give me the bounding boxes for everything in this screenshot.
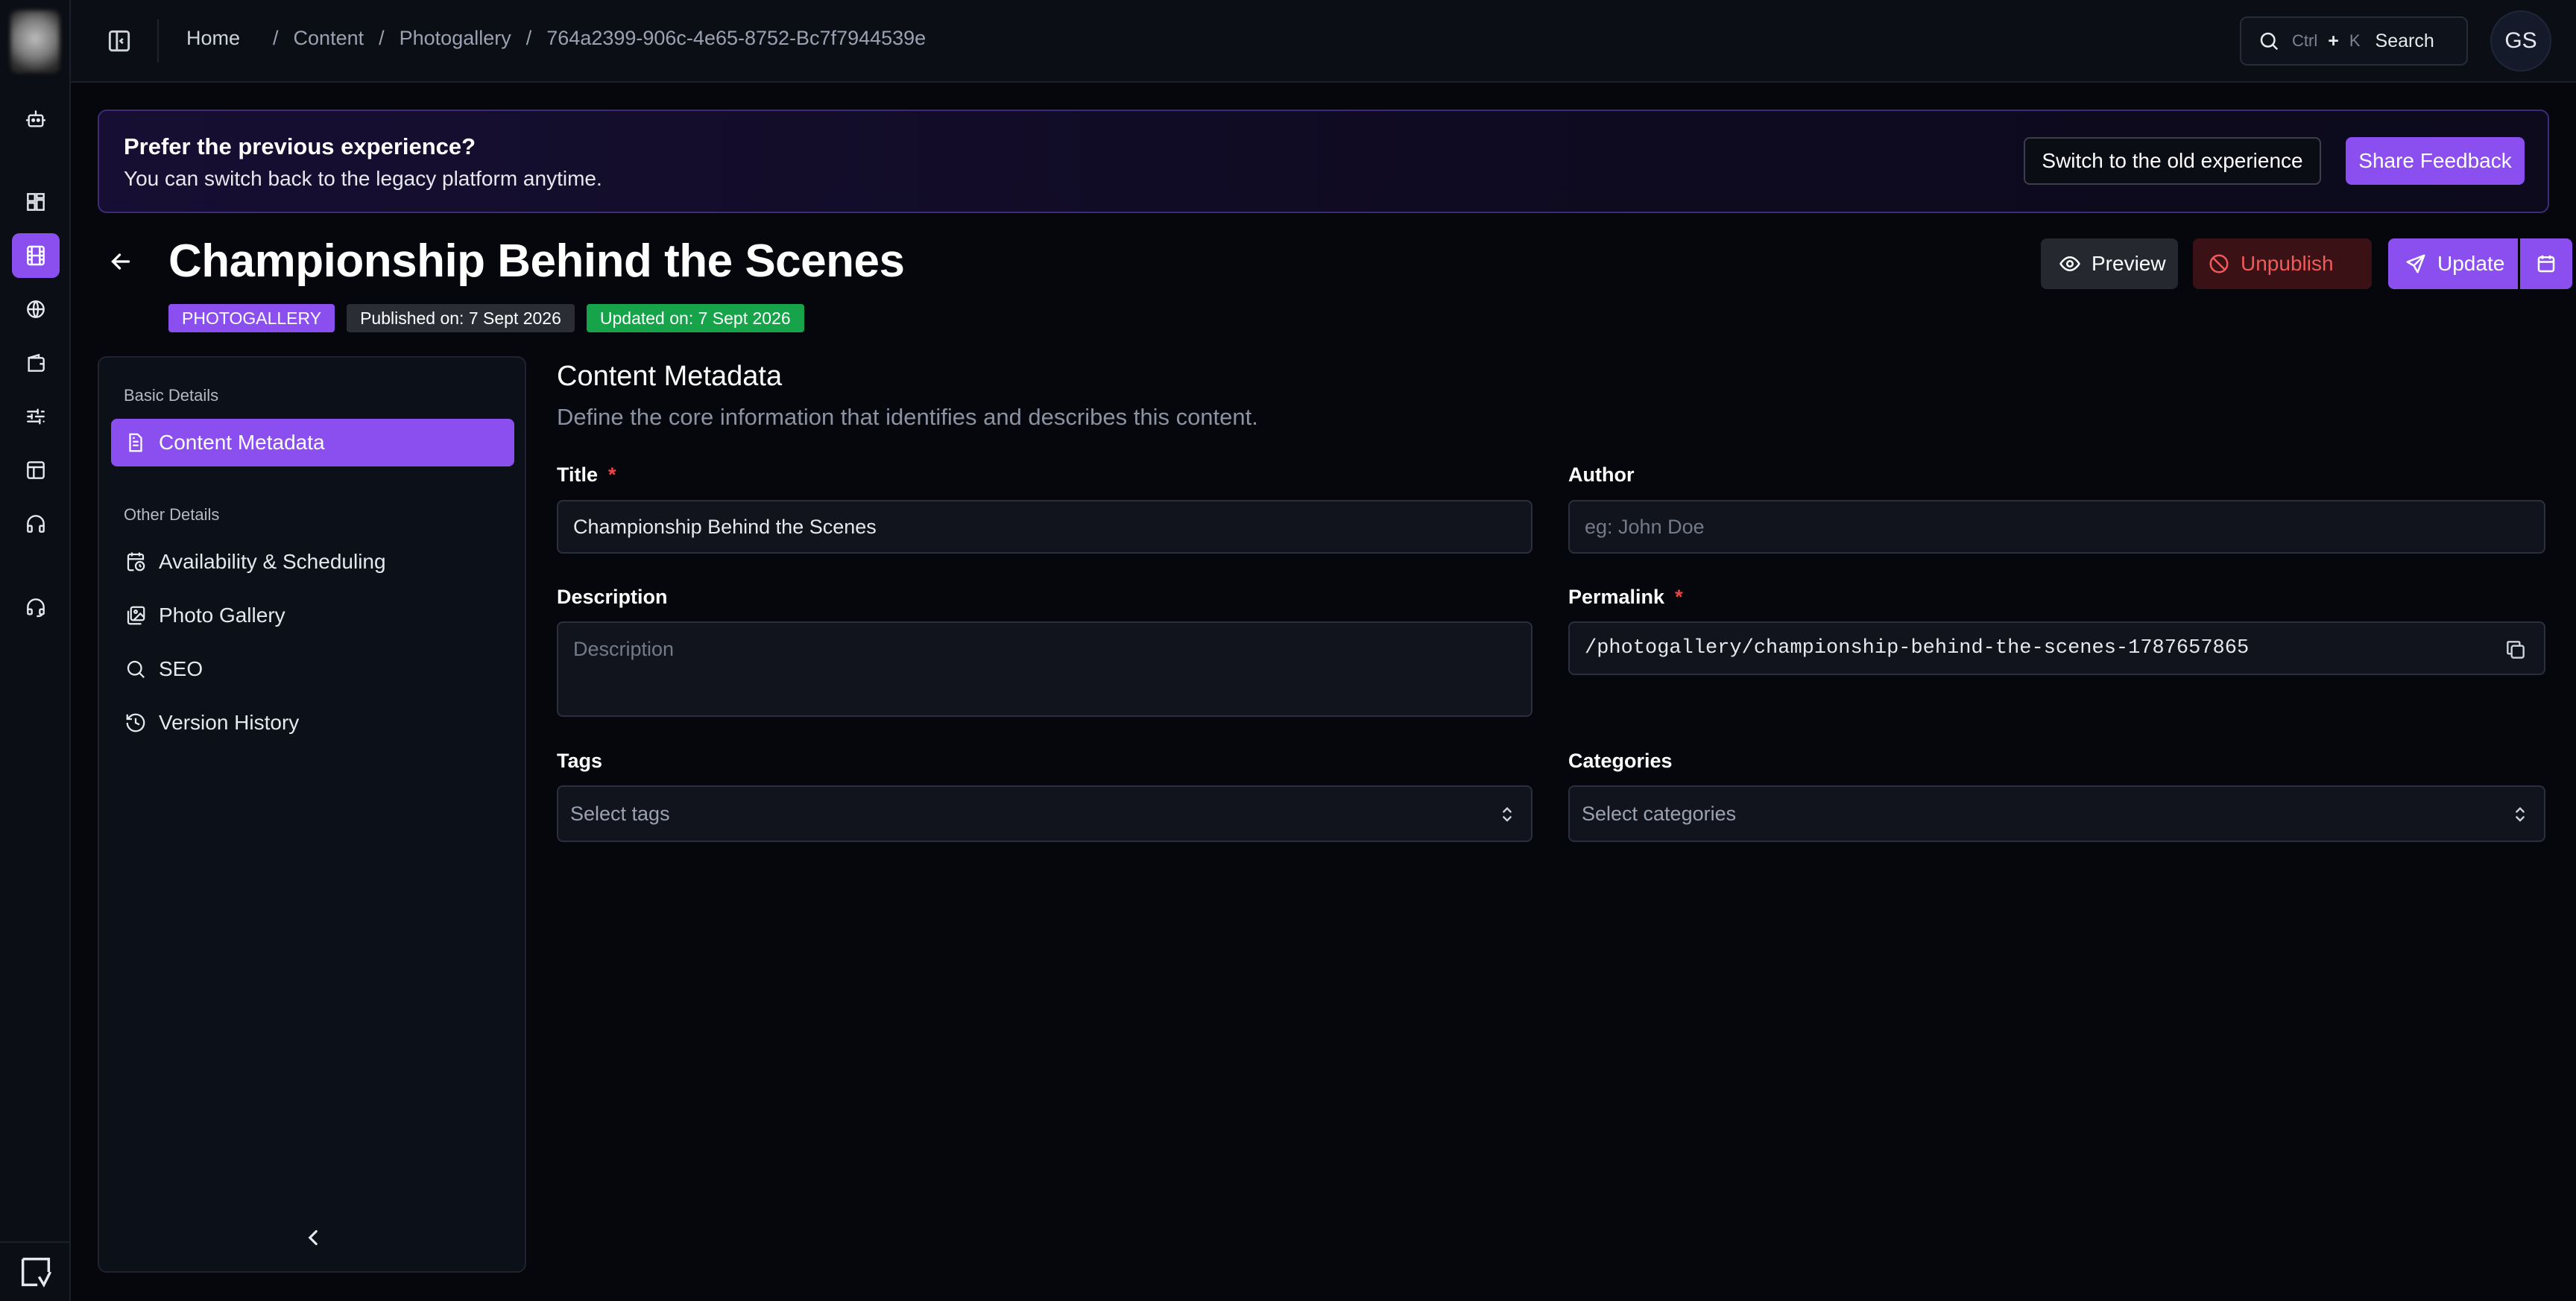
tags-placeholder: Select tags [570,802,670,825]
breadcrumb-home[interactable]: Home [186,27,240,50]
breadcrumb-photogallery[interactable]: Photogallery [400,27,511,50]
sidebar-item-availability-scheduling[interactable]: Availability & Scheduling [111,538,514,586]
chevrons-up-down-icon [1503,807,1512,822]
sidebar-item-photo-gallery[interactable]: Photo Gallery [111,592,514,639]
layout-icon[interactable] [12,448,60,493]
page-actions: Preview Unpublish Update [2041,238,2572,289]
eye-icon [2059,256,2080,272]
categories-label: Categories [1568,750,1673,772]
breadcrumb-separator: / [525,27,532,49]
sidebar-toggle-icon[interactable] [105,27,133,55]
shortcut-plus: + [2328,30,2339,51]
divider [157,19,159,63]
updated-badge: Updated on: 7 Sept 2026 [586,304,804,332]
banner-title: Prefer the previous experience? [124,133,476,159]
permalink-value: /photogallery/championship-behind-the-sc… [1585,637,2250,659]
breadcrumb-content[interactable]: Content [294,27,364,50]
search-label: Search [2375,30,2434,51]
details-sidebar: Basic Details Content Metadata Other Det… [98,356,526,1273]
breadcrumb-current-id: 764a2399-906c-4e65-8752-Bc7f7944539e [546,27,926,49]
search-button[interactable]: Ctrl + K Search [2240,16,2468,66]
author-label: Author [1568,463,1635,486]
sidebar-item-version-history[interactable]: Version History [111,699,514,747]
permalink-input[interactable]: /photogallery/championship-behind-the-sc… [1568,621,2545,675]
categories-select[interactable]: Select categories [1568,785,2545,842]
ban-icon [2209,254,2229,273]
headphones-icon[interactable] [12,501,60,546]
breadcrumb: Home / Content / Photogallery / 764a2399… [186,27,926,50]
sidebar-item-content-metadata[interactable]: Content Metadata [111,419,514,466]
sidebar-item-label: SEO [159,657,203,680]
permalink-label: Permalink * [1568,586,1683,609]
update-button[interactable]: Update [2388,238,2518,289]
author-input[interactable]: eg: John Doe [1568,500,2545,554]
sidebar-item-label: Content Metadata [159,431,325,454]
title-input[interactable]: Championship Behind the Scenes [557,500,1532,554]
categories-placeholder: Select categories [1582,802,1737,825]
send-icon [2406,254,2425,273]
dashboard-icon[interactable] [12,180,60,224]
wallet-icon[interactable] [12,341,60,385]
film-icon[interactable] [12,233,60,278]
unpublish-button[interactable]: Unpublish [2193,238,2372,289]
type-badge: PHOTOGALLERY [168,304,335,332]
unpublish-label: Unpublish [2241,252,2334,275]
sidebar-item-seo[interactable]: SEO [111,645,514,693]
search-icon [127,660,145,679]
tags-label: Tags [557,750,603,772]
form-subtitle: Define the core information that identif… [557,404,1258,430]
globe-icon[interactable] [12,287,60,332]
required-mark: * [1675,586,1683,608]
sidebar-item-label: Version History [159,711,300,734]
workspace-icon [21,1257,51,1288]
breadcrumb-separator: / [273,27,279,49]
workspace-switcher[interactable] [0,1241,71,1301]
document-icon [129,433,142,452]
required-mark: * [608,463,616,486]
sidebar-item-label: Availability & Scheduling [159,550,386,573]
search-icon [2260,32,2279,51]
collapse-chevron-icon[interactable] [300,1225,326,1250]
user-avatar[interactable]: GS [2490,10,2551,72]
basic-details-heading: Basic Details [124,386,219,405]
description-textarea[interactable]: Description [557,621,1532,717]
schedule-button[interactable] [2520,238,2572,289]
legacy-banner: Prefer the previous experience? You can … [98,110,2549,213]
sliders-icon[interactable] [12,394,60,439]
bot-icon[interactable] [12,97,60,142]
back-arrow-icon[interactable] [107,248,134,275]
calendar-clock-icon [127,552,145,572]
shortcut-key-ctrl: Ctrl [2292,31,2318,50]
switch-old-experience-button[interactable]: Switch to the old experience [2024,137,2321,185]
shortcut-key-k: K [2349,31,2361,50]
support-icon[interactable] [12,585,60,630]
title-label-text: Title [557,463,599,486]
copy-icon[interactable] [2504,638,2528,662]
update-label: Update [2437,252,2505,275]
published-badge: Published on: 7 Sept 2026 [347,304,575,332]
breadcrumb-separator: / [379,27,385,49]
banner-text: You can switch back to the legacy platfo… [124,167,602,190]
images-icon [127,606,145,625]
form-title: Content Metadata [557,361,783,392]
status-badges: PHOTOGALLERY Published on: 7 Sept 2026 U… [168,304,804,332]
title-label: Title * [557,463,616,487]
preview-button[interactable]: Preview [2041,238,2178,289]
preview-label: Preview [2092,252,2166,275]
calendar-icon [2537,255,2555,273]
top-bar: Home / Content / Photogallery / 764a2399… [71,0,2576,83]
description-label: Description [557,586,668,608]
history-icon [126,713,145,732]
app-rail [0,0,71,1301]
chevrons-up-down-icon [2516,807,2525,822]
sidebar-item-label: Photo Gallery [159,604,285,627]
app-logo[interactable] [10,10,60,73]
other-details-heading: Other Details [124,505,220,524]
permalink-label-text: Permalink [1568,586,1665,608]
tags-select[interactable]: Select tags [557,785,1532,842]
share-feedback-button[interactable]: Share Feedback [2346,137,2525,185]
page-title: Championship Behind the Scenes [168,235,905,287]
